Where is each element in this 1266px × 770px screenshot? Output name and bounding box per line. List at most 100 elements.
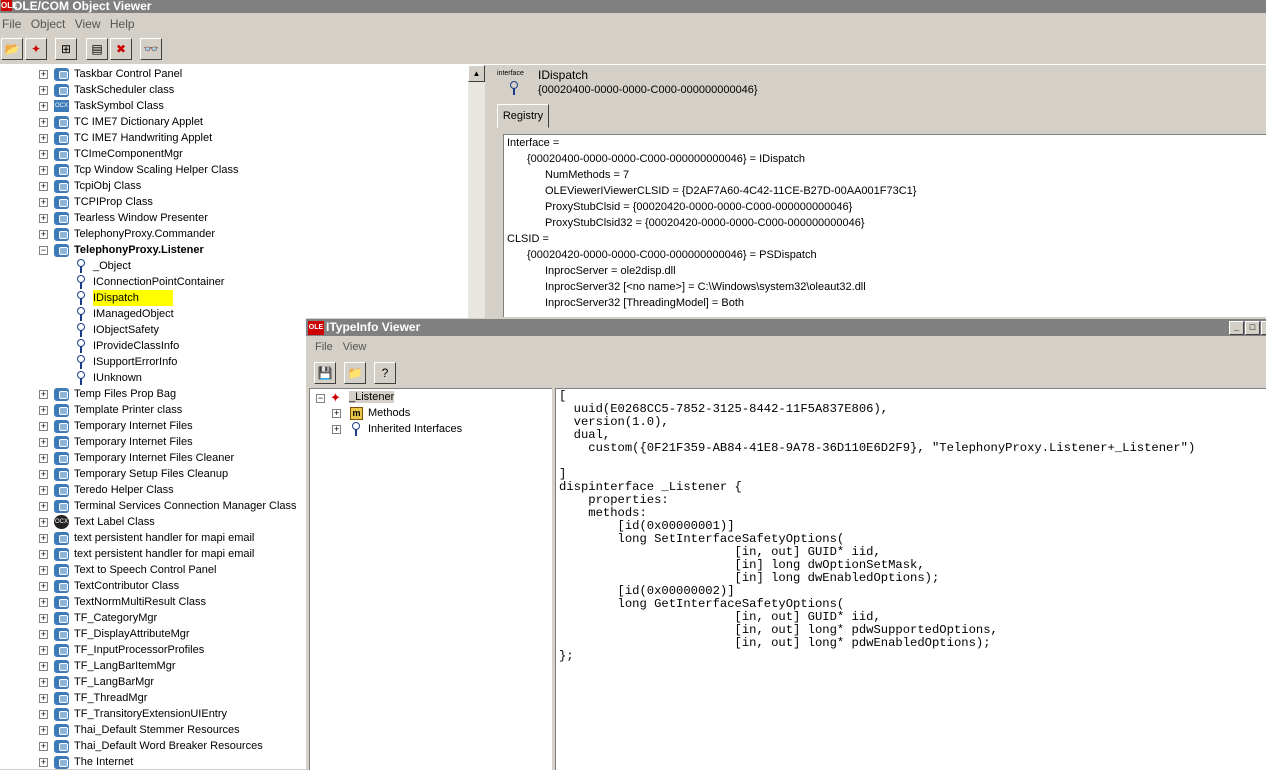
bind-object-button[interactable]: ✦ (25, 38, 47, 60)
expand-icon[interactable]: + (39, 518, 48, 527)
help-button[interactable]: ? (374, 362, 396, 384)
expand-icon[interactable]: + (39, 662, 48, 671)
expand-icon[interactable]: + (39, 406, 48, 415)
class-tree-item[interactable]: + Tcp Window Scaling Helper Class (0, 162, 468, 178)
expand-icon[interactable]: + (39, 134, 48, 143)
expand-icon[interactable]: + (39, 614, 48, 623)
idl-code-view[interactable]: [ uuid(E0268CC5-7852-3125-8442-11F5A837E… (555, 388, 1266, 770)
binoculars-button[interactable]: 👓 (140, 38, 162, 60)
expand-icon[interactable]: + (39, 390, 48, 399)
registry-line: OLEViewerIViewerCLSID = {D2AF7A60-4C42-1… (545, 185, 917, 197)
expand-icon[interactable]: + (39, 502, 48, 511)
com-class-icon (54, 84, 69, 97)
tree-item-label: Template Printer class (74, 404, 183, 416)
expand-icon[interactable]: + (39, 70, 48, 79)
typeinfo-menu-file[interactable]: File (315, 341, 333, 353)
class-tree-item[interactable]: + TcpiObj Class (0, 178, 468, 194)
tree-item-label: TaskSymbol Class (74, 100, 164, 112)
expand-icon[interactable]: + (39, 422, 48, 431)
expand-icon[interactable]: + (39, 742, 48, 751)
tree-item-label: text persistent handler for mapi email (74, 532, 255, 544)
interface-name: IDispatch (538, 68, 589, 82)
menu-help[interactable]: Help (110, 17, 135, 31)
tree-item-label: Tcp Window Scaling Helper Class (74, 164, 239, 176)
class-tree-item[interactable]: + TCImeComponentMgr (0, 146, 468, 162)
expand-icon[interactable]: + (332, 425, 341, 434)
interface-tree-item[interactable]: IConnectionPointContainer (0, 274, 468, 290)
registry-text: Interface = {00020400-0000-0000-C000-0000… (503, 134, 1266, 317)
menu-file[interactable]: File (2, 17, 21, 31)
expand-icon[interactable]: + (39, 230, 48, 239)
open-folder-button[interactable]: 📂 (1, 38, 23, 60)
collapse-icon[interactable]: − (39, 246, 48, 255)
expand-icon[interactable]: + (39, 118, 48, 127)
menu-view[interactable]: View (75, 17, 101, 31)
expand-icon[interactable]: + (39, 582, 48, 591)
expand-icon[interactable]: + (39, 150, 48, 159)
expand-icon[interactable]: + (39, 598, 48, 607)
tree-item-methods[interactable]: Methods (368, 405, 410, 421)
menu-object[interactable]: Object (31, 17, 66, 31)
expand-icon[interactable]: + (39, 694, 48, 703)
tree-item-label: _Object (93, 260, 131, 272)
registry-line: ProxyStubClsid = {00020420-0000-0000-C00… (545, 201, 853, 213)
class-tree-item[interactable]: + TC IME7 Dictionary Applet (0, 114, 468, 130)
tree-item-label: TelephonyProxy.Commander (74, 228, 216, 240)
minimize-button[interactable]: _ (1229, 321, 1244, 335)
interface-key-icon (77, 275, 85, 289)
tab-registry[interactable]: Registry (497, 104, 549, 128)
save-icon: 💾 (317, 366, 333, 380)
typeinfo-title-bar[interactable]: OLE ITypeInfo Viewer _ □ (306, 319, 1266, 336)
expand-icon[interactable]: + (39, 86, 48, 95)
expand-icon[interactable]: + (39, 646, 48, 655)
expand-icon[interactable]: + (39, 486, 48, 495)
class-tree-item[interactable]: + TaskScheduler class (0, 82, 468, 98)
class-tree-item[interactable]: − TelephonyProxy.Listener (0, 242, 468, 258)
tree-root-listener[interactable]: _Listener (349, 389, 395, 405)
open-button[interactable]: 📁 (344, 362, 366, 384)
expand-icon[interactable]: + (39, 758, 48, 767)
expand-icon[interactable]: + (39, 630, 48, 639)
main-title-bar[interactable]: OLEOLE/COM Object Viewer (0, 0, 1266, 13)
release-object-button[interactable]: ✖ (110, 38, 132, 60)
typeinfo-menu-view[interactable]: View (343, 341, 367, 353)
maximize-button[interactable]: □ (1245, 321, 1260, 335)
save-button[interactable]: 💾 (314, 362, 336, 384)
class-tree-item[interactable]: + TCPIProp Class (0, 194, 468, 210)
scroll-up-arrow-icon[interactable]: ▲ (468, 65, 485, 82)
expand-icon[interactable]: + (39, 710, 48, 719)
view-typelib-button[interactable]: ▤ (86, 38, 108, 60)
expand-icon[interactable]: + (39, 102, 48, 111)
tree-item-label: TF_ThreadMgr (74, 692, 148, 704)
expand-icon[interactable]: + (39, 166, 48, 175)
expand-icon[interactable]: + (39, 470, 48, 479)
expand-icon[interactable]: + (39, 214, 48, 223)
expand-icon[interactable]: + (39, 182, 48, 191)
typeinfo-tree[interactable]: − ✦ _Listener + m Methods + Inherited In… (309, 388, 552, 770)
class-tree-item[interactable]: + OCX TaskSymbol Class (0, 98, 468, 114)
expand-icon[interactable]: + (39, 550, 48, 559)
class-tree-item[interactable]: + Taskbar Control Panel (0, 66, 468, 82)
expand-icon[interactable]: + (39, 454, 48, 463)
expand-icon[interactable]: + (39, 198, 48, 207)
close-button[interactable] (1261, 321, 1266, 335)
interface-tree-item[interactable]: _Object (0, 258, 468, 274)
class-tree-item[interactable]: + TC IME7 Handwriting Applet (0, 130, 468, 146)
interface-tree-item[interactable]: IDispatch (0, 290, 468, 306)
tree-item-label: TF_TransitoryExtensionUIEntry (74, 708, 228, 720)
tree-item-label: Tearless Window Presenter (74, 212, 208, 224)
collapse-icon[interactable]: − (316, 394, 325, 403)
hierarchy-view-button[interactable]: ⊞ (55, 38, 77, 60)
interface-key-icon (77, 323, 85, 337)
expand-icon[interactable]: + (332, 409, 341, 418)
expand-icon[interactable]: + (39, 726, 48, 735)
tree-item-inherited-interfaces[interactable]: Inherited Interfaces (368, 421, 462, 437)
class-tree-item[interactable]: + TelephonyProxy.Commander (0, 226, 468, 242)
com-class-icon (54, 564, 69, 577)
expand-icon[interactable]: + (39, 438, 48, 447)
class-tree-item[interactable]: + Tearless Window Presenter (0, 210, 468, 226)
tree-item-label: IManagedObject (93, 308, 174, 320)
expand-icon[interactable]: + (39, 534, 48, 543)
expand-icon[interactable]: + (39, 678, 48, 687)
expand-icon[interactable]: + (39, 566, 48, 575)
